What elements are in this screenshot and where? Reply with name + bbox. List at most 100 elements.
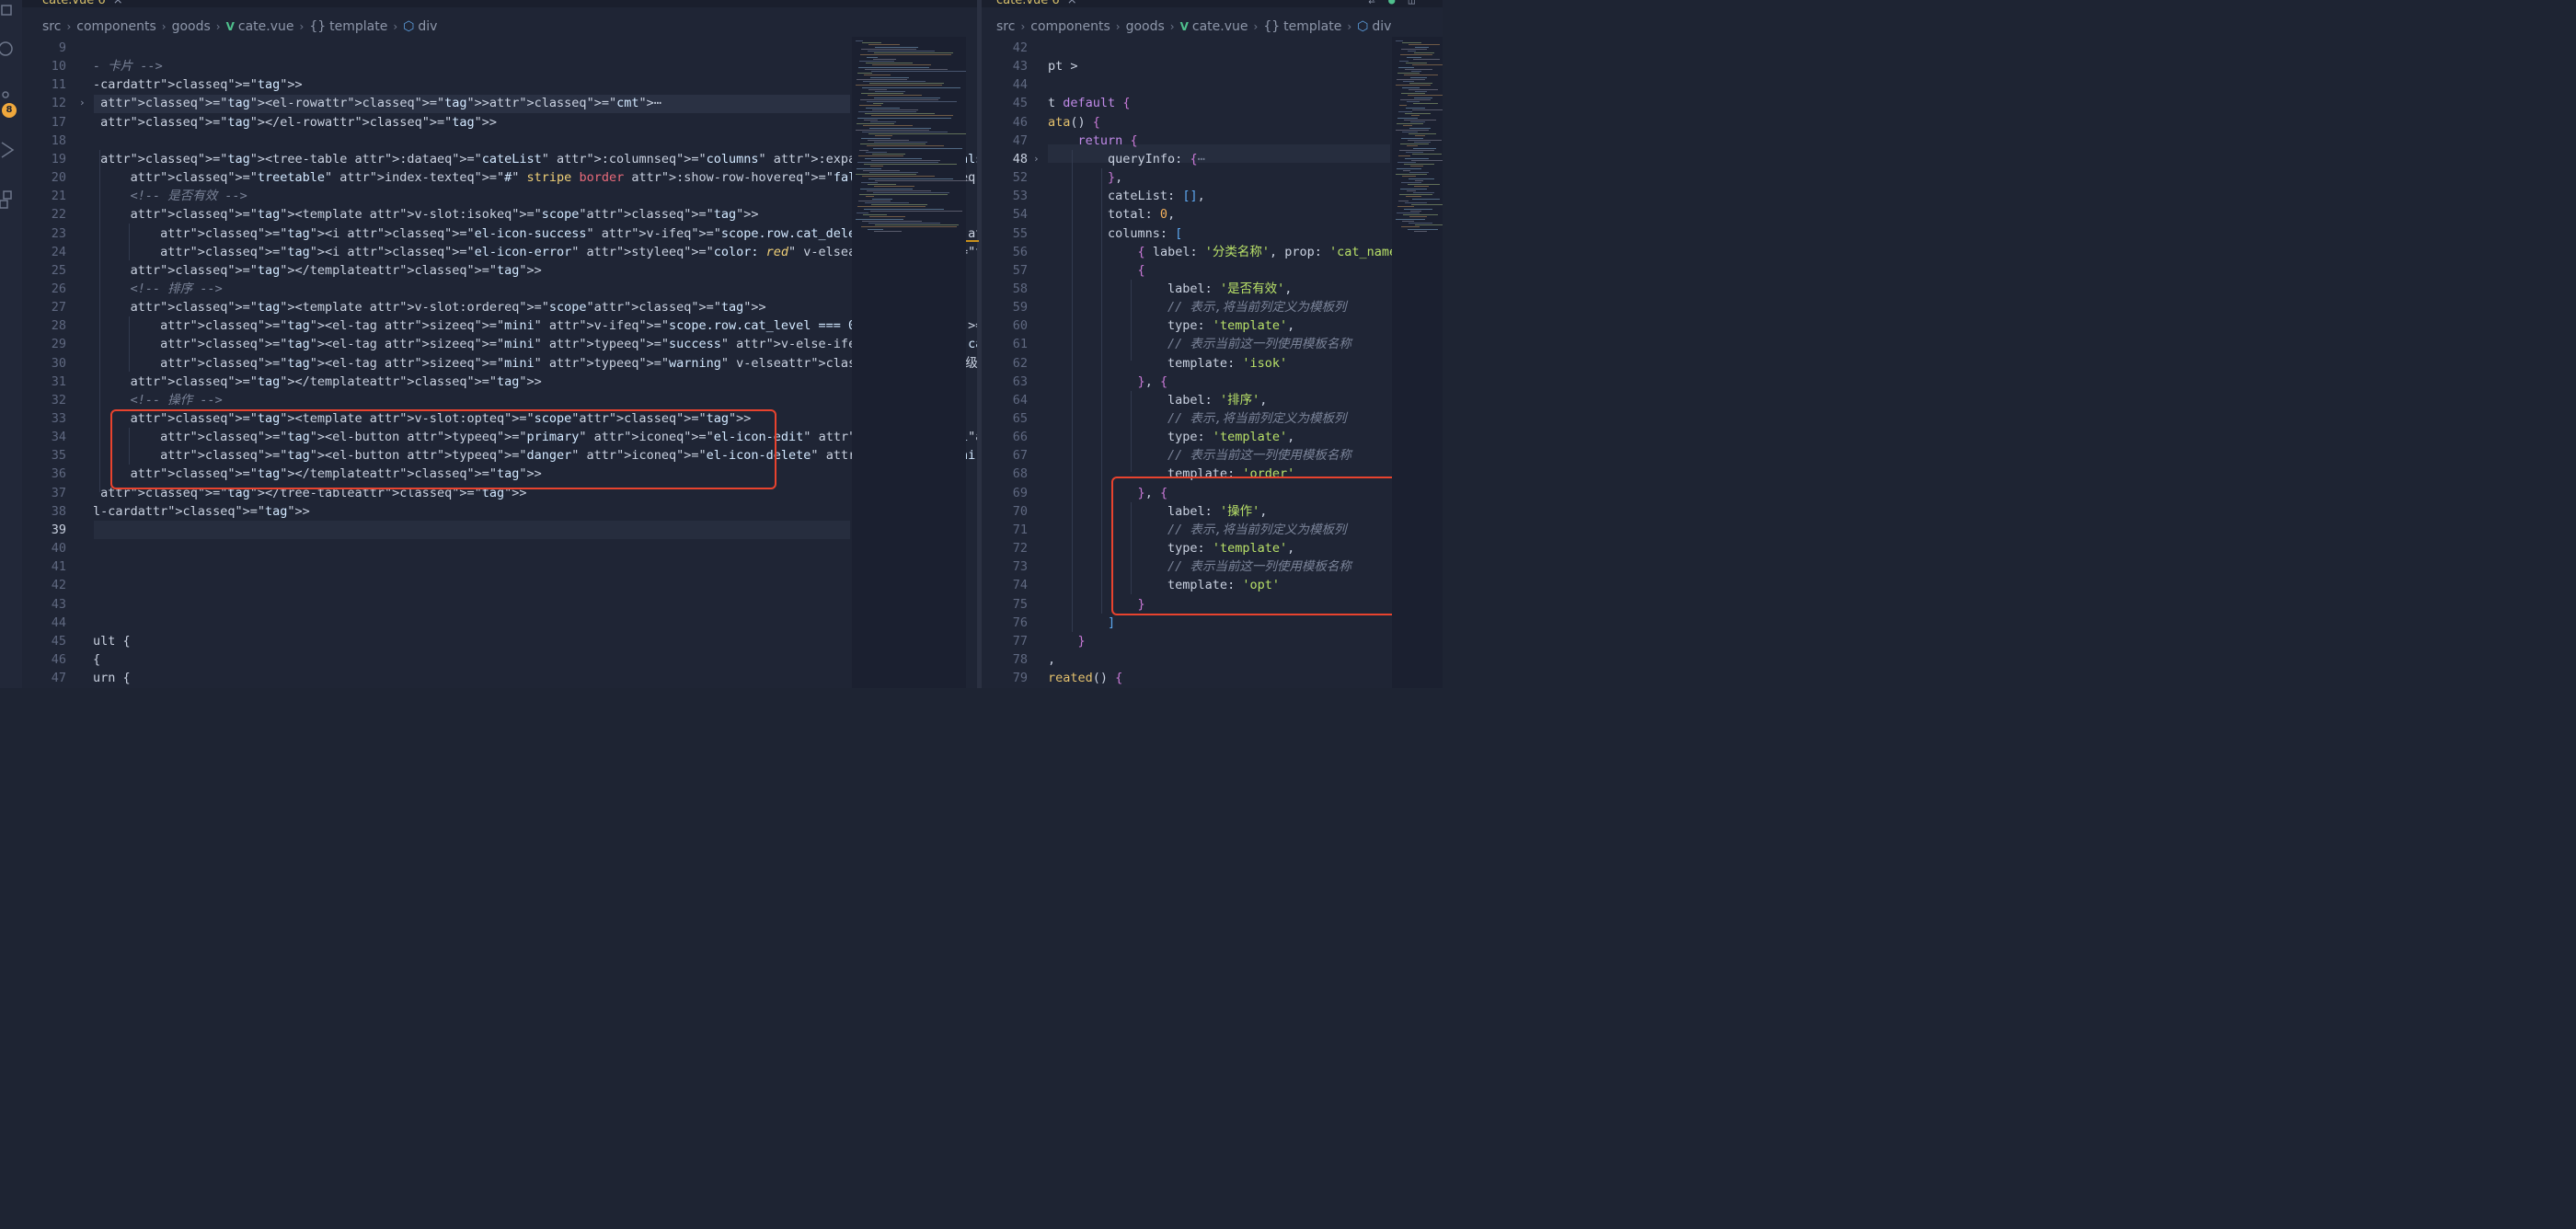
line-number: 17 [51, 114, 66, 130]
line-number: 56 [1012, 244, 1028, 259]
chevron-right-icon: › [1115, 20, 1121, 33]
line-number: 52 [1012, 170, 1028, 186]
left-tab-strip: cate.vue 6 × [22, 0, 977, 7]
current-line-highlight [94, 521, 850, 539]
minimap[interactable] [852, 37, 972, 688]
explorer-icon[interactable] [0, 4, 20, 24]
left-editor-pane[interactable]: cate.vue 6 × src › components › goods › Vcate.v… [22, 0, 977, 688]
line-number: 44 [1012, 77, 1028, 93]
chevron-right-icon: › [66, 20, 72, 33]
close-icon[interactable]: × [113, 0, 123, 7]
breadcrumb-item[interactable]: {} template [309, 19, 387, 34]
breadcrumb-item[interactable]: ⬡ div [403, 19, 437, 34]
line-number: 35 [51, 448, 66, 464]
chevron-right-icon: › [1253, 20, 1259, 33]
code-text: <!-- 排序 --> [130, 281, 223, 296]
git-icon[interactable]: ● [1388, 0, 1395, 6]
code-text: { [93, 651, 101, 667]
line-number: 59 [1012, 300, 1028, 316]
breadcrumb: src › components › goods › Vcate.vue › {} templat… [42, 17, 437, 37]
breadcrumb-item[interactable]: Vcate.vue [226, 19, 294, 34]
code-text: total: 0, [1048, 207, 1176, 223]
line-number: 24 [51, 244, 66, 259]
line-number: 45 [1012, 96, 1028, 111]
code-text: attr">classeq">="tag"><el-tag attr">size… [160, 355, 977, 371]
code-text: { label: '分类名称', prop: 'cat_name [1137, 244, 1397, 259]
line-number: 42 [1012, 40, 1028, 55]
chevron-right-icon: › [393, 20, 398, 33]
code-text: label: '排序', [1048, 392, 1268, 408]
breadcrumb-item[interactable]: components [76, 19, 156, 34]
line-number: 53 [1012, 189, 1028, 204]
right-editor-pane[interactable]: cate.vue 6 × ⇄ ● ◫ src › components › goods › V… [982, 0, 1443, 688]
breadcrumb-item[interactable]: {} template [1263, 19, 1341, 34]
breadcrumb-item[interactable]: goods [1126, 19, 1165, 34]
line-number: 44 [51, 614, 66, 630]
fold-chevron-icon[interactable]: › [79, 94, 86, 112]
line-number: 73 [1012, 559, 1028, 575]
code-text: } [1077, 633, 1086, 649]
line-number: 36 [51, 466, 66, 482]
vue-icon: V [225, 20, 235, 33]
code-text: - 卡片 --> [93, 59, 163, 75]
code-text: }, [1108, 170, 1123, 186]
line-number: 18 [51, 132, 66, 148]
line-number: 46 [51, 651, 66, 667]
line-number: 10 [51, 59, 66, 75]
activity-bar: 8 [0, 0, 23, 688]
line-number: 39 [51, 522, 66, 537]
compare-icon[interactable]: ⇄ [1368, 0, 1374, 6]
code-text: attr">classeq">="tag"><el-tag attr">size… [160, 318, 977, 334]
code-text: , [1048, 651, 1056, 667]
code-text: attr">classeq">="tag"><i attr">classeq">… [160, 225, 977, 241]
breadcrumb-item[interactable]: Vcate.vue [1180, 19, 1248, 34]
code-text: { [1137, 262, 1145, 278]
line-number: 26 [51, 281, 66, 296]
code-text: t default { [1048, 96, 1131, 111]
code-text: // 表示,将当前列定义为模板列 [1167, 411, 1347, 426]
chevron-right-icon: › [1347, 20, 1352, 33]
code-text: // 表示当前这一列使用模板名称 [1167, 448, 1351, 464]
braces-icon: {} [1263, 19, 1281, 34]
search-icon[interactable] [0, 39, 20, 59]
tab-title: cate.vue 6 [996, 0, 1060, 7]
right-editor-tab[interactable]: cate.vue 6 × [996, 0, 1077, 7]
fold-chevron-icon[interactable]: › [1033, 150, 1040, 168]
line-number: 71 [1012, 522, 1028, 537]
cube-icon: ⬡ [403, 19, 415, 34]
split-editor-icon[interactable]: ◫ [1409, 0, 1415, 6]
left-editor-tab[interactable]: cate.vue 6 × [42, 0, 123, 7]
breadcrumb-item[interactable]: src [42, 19, 61, 34]
code-text: attr">classeq">="tag"></templateattr">cl… [130, 373, 542, 389]
line-number: 60 [1012, 318, 1028, 334]
run-debug-icon[interactable] [0, 140, 20, 160]
line-number: 66 [1012, 430, 1028, 445]
breadcrumb-item[interactable]: goods [172, 19, 211, 34]
close-icon[interactable]: × [1067, 0, 1077, 7]
code-text: attr">classeq">="tag"><i attr">classeq">… [160, 244, 977, 259]
code-text: l-cardattr">classeq">="tag">> [93, 503, 310, 519]
line-number: 63 [1012, 373, 1028, 389]
breadcrumb: src › components › goods › Vcate.vue › {} templat… [996, 17, 1391, 37]
code-text: attr">classeq">="tag"><el-tag attr">size… [160, 337, 977, 352]
extensions-icon[interactable] [0, 190, 20, 210]
cube-icon: ⬡ [1357, 19, 1369, 34]
breadcrumb-item[interactable]: ⬡ div [1357, 19, 1391, 34]
code-text: ata() { [1048, 114, 1100, 130]
code-text: return { [1077, 132, 1138, 148]
breadcrumb-item[interactable]: components [1030, 19, 1110, 34]
tab-title: cate.vue 6 [42, 0, 106, 7]
code-text: attr">classeq">="tag"><el-rowattr">class… [100, 96, 661, 111]
line-number: 43 [51, 596, 66, 612]
chevron-right-icon: › [299, 20, 305, 33]
line-number: 11 [51, 77, 66, 93]
code-text: cateList: [], [1048, 189, 1205, 204]
minimap[interactable] [1392, 37, 1443, 688]
line-number: 64 [1012, 392, 1028, 408]
breadcrumb-item[interactable]: src [996, 19, 1015, 34]
line-number: 78 [1012, 651, 1028, 667]
line-number: 29 [51, 337, 66, 352]
code-text: // 表示,将当前列定义为模板列 [1167, 300, 1347, 316]
sash-marker [966, 240, 979, 242]
line-number: 74 [1012, 578, 1028, 593]
